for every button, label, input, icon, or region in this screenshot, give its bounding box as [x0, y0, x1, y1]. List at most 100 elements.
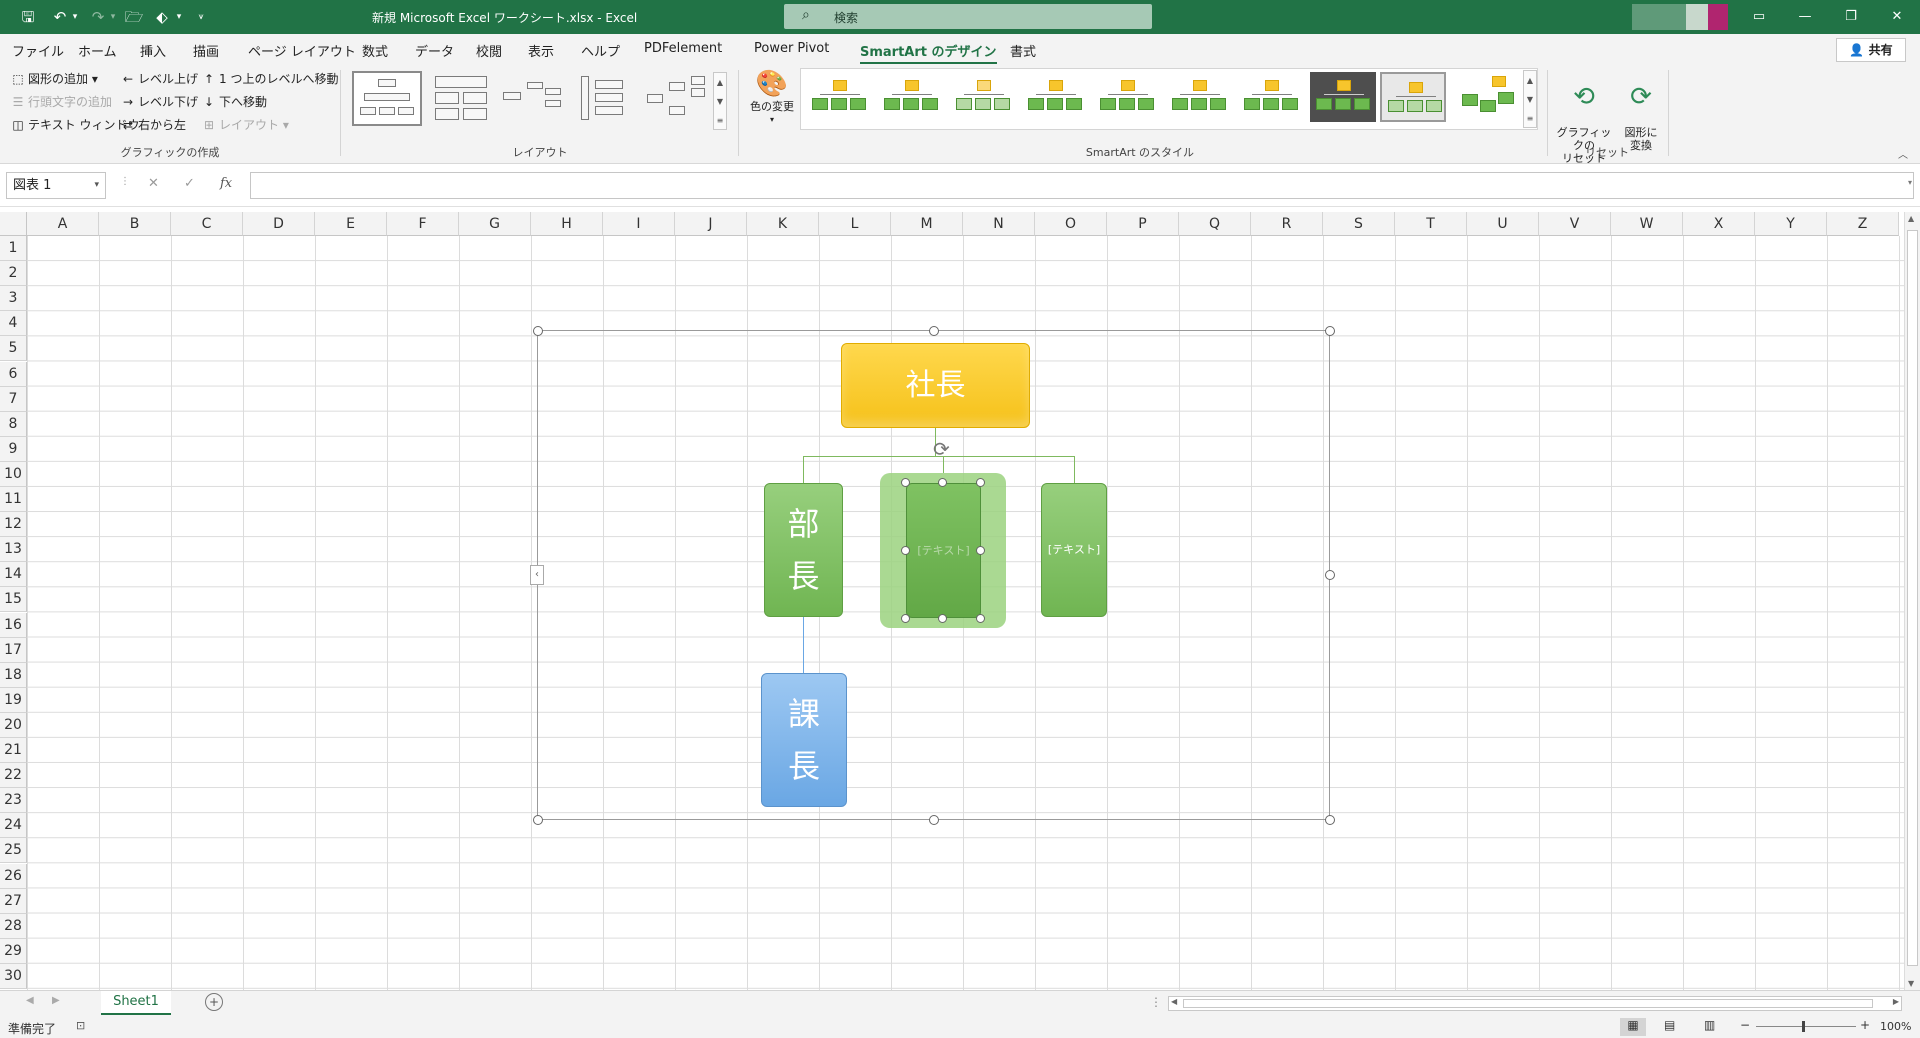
normal-view-icon[interactable]: ▦: [1620, 1018, 1646, 1036]
row-header[interactable]: 21: [0, 738, 27, 764]
layout-dropdown-button[interactable]: ⊞ レイアウト ▾: [201, 116, 289, 133]
cancel-icon[interactable]: ✕: [148, 176, 159, 191]
shape-handle[interactable]: [938, 614, 947, 623]
tab-pdfelement[interactable]: PDFelement: [644, 41, 722, 56]
row-header[interactable]: 13: [0, 537, 27, 563]
shape-handle[interactable]: [976, 546, 985, 555]
select-all-corner[interactable]: [0, 212, 27, 236]
change-colors-button[interactable]: 🎨 色の変更 ▾: [746, 68, 798, 126]
layout-name-title-org[interactable]: [424, 71, 494, 126]
column-header[interactable]: T: [1395, 212, 1467, 236]
next-sheet-icon[interactable]: ▶: [52, 995, 60, 1006]
move-up-button[interactable]: ↑ 1 つ上のレベルへ移動: [201, 70, 338, 87]
column-header[interactable]: F: [387, 212, 459, 236]
style-thumb-2[interactable]: [878, 72, 944, 122]
search-box[interactable]: ⌕ 検索: [784, 4, 1152, 29]
customize-toolbar-icon[interactable]: ⩛: [196, 7, 206, 27]
page-break-view-icon[interactable]: ▥: [1704, 1018, 1715, 1032]
style-thumb-6[interactable]: [1166, 72, 1232, 122]
scroll-up-icon[interactable]: ▲: [1908, 214, 1914, 223]
column-header[interactable]: X: [1683, 212, 1755, 236]
column-header[interactable]: V: [1539, 212, 1611, 236]
resize-handle[interactable]: [1325, 815, 1335, 825]
column-header[interactable]: O: [1035, 212, 1107, 236]
column-header[interactable]: J: [675, 212, 747, 236]
tab-page-layout[interactable]: ページ レイアウト: [248, 41, 356, 60]
resize-handle[interactable]: [533, 326, 543, 336]
rotate-handle-icon[interactable]: ⟳: [933, 437, 950, 461]
row-header[interactable]: 27: [0, 888, 27, 914]
shape-handle[interactable]: [901, 614, 910, 623]
layout-org-chart[interactable]: [352, 71, 422, 126]
row-header[interactable]: 28: [0, 913, 27, 939]
restore-button[interactable]: ❐: [1828, 0, 1874, 34]
row-header[interactable]: 20: [0, 712, 27, 738]
shapes-icon[interactable]: ⬖: [152, 7, 172, 27]
row-header[interactable]: 9: [0, 436, 27, 462]
tab-home[interactable]: ホーム: [78, 41, 117, 60]
add-sheet-icon[interactable]: +: [205, 993, 223, 1011]
shape-handle[interactable]: [901, 546, 910, 555]
chevron-down-icon[interactable]: ▾: [94, 173, 99, 198]
shapes-dropdown-icon[interactable]: ▾: [174, 7, 184, 27]
macro-record-icon[interactable]: ⊡: [76, 1019, 85, 1032]
open-folder-icon[interactable]: 🗁: [124, 7, 144, 27]
row-header[interactable]: 8: [0, 411, 27, 437]
insert-function-icon[interactable]: fx: [220, 176, 232, 191]
column-header[interactable]: S: [1323, 212, 1395, 236]
layout-half-circle-org[interactable]: [496, 71, 566, 126]
zoom-out-icon[interactable]: −: [1740, 1018, 1750, 1032]
tab-draw[interactable]: 描画: [193, 41, 219, 60]
scroll-left-icon[interactable]: ◀: [1171, 997, 1177, 1006]
style-thumb-8[interactable]: [1310, 72, 1376, 122]
shape-handle[interactable]: [901, 478, 910, 487]
row-header[interactable]: 30: [0, 963, 27, 989]
column-header[interactable]: W: [1611, 212, 1683, 236]
row-header[interactable]: 4: [0, 311, 27, 337]
name-box[interactable]: 図表 1 ▾: [6, 172, 106, 199]
row-header[interactable]: 16: [0, 612, 27, 638]
column-header[interactable]: M: [891, 212, 963, 236]
row-header[interactable]: 2: [0, 261, 27, 287]
shape-handle[interactable]: [976, 614, 985, 623]
tab-help[interactable]: ヘルプ: [581, 41, 620, 60]
vertical-scroll-thumb[interactable]: [1907, 230, 1918, 966]
gallery-more-icon[interactable]: ≡: [714, 111, 726, 130]
column-header[interactable]: I: [603, 212, 675, 236]
save-icon[interactable]: 🖫: [18, 7, 38, 27]
scroll-down-icon[interactable]: ▼: [1524, 90, 1536, 109]
scroll-up-icon[interactable]: ▲: [1524, 71, 1536, 90]
node-section-chief[interactable]: 課 長: [761, 673, 847, 807]
row-header[interactable]: 18: [0, 662, 27, 688]
tab-insert[interactable]: 挿入: [140, 41, 166, 60]
expand-formula-icon[interactable]: ▾: [1908, 178, 1912, 187]
zoom-in-icon[interactable]: +: [1860, 1018, 1870, 1032]
text-pane-toggle-icon[interactable]: ‹: [530, 565, 544, 585]
sheet-tab-sheet1[interactable]: Sheet1: [101, 991, 171, 1015]
undo-icon[interactable]: ↶: [50, 7, 70, 27]
enter-icon[interactable]: ✓: [184, 176, 195, 191]
account-avatar[interactable]: [1632, 4, 1686, 30]
scroll-up-icon[interactable]: ▲: [714, 73, 726, 92]
layouts-gallery-scroll[interactable]: ▲ ▼ ≡: [713, 72, 727, 130]
row-header[interactable]: 1: [0, 236, 27, 262]
node-department-manager[interactable]: 部 長: [764, 483, 843, 617]
tab-formulas[interactable]: 数式: [362, 41, 388, 60]
column-header[interactable]: E: [315, 212, 387, 236]
row-header[interactable]: 19: [0, 687, 27, 713]
row-header[interactable]: 23: [0, 788, 27, 814]
style-thumb-3[interactable]: [950, 72, 1016, 122]
resize-handle[interactable]: [929, 326, 939, 336]
column-header[interactable]: Y: [1755, 212, 1827, 236]
close-button[interactable]: ✕: [1874, 0, 1920, 34]
column-header[interactable]: C: [171, 212, 243, 236]
row-header[interactable]: 12: [0, 512, 27, 538]
reset-graphic-button[interactable]: ⟲ グラフィックの リセット: [1552, 68, 1616, 178]
column-header[interactable]: R: [1251, 212, 1323, 236]
row-header[interactable]: 25: [0, 838, 27, 864]
ribbon-display-options-icon[interactable]: ▭: [1736, 0, 1782, 34]
page-layout-view-icon[interactable]: ▤: [1664, 1018, 1675, 1032]
zoom-slider-thumb[interactable]: [1802, 1021, 1805, 1032]
column-header[interactable]: A: [27, 212, 99, 236]
row-header[interactable]: 11: [0, 487, 27, 513]
